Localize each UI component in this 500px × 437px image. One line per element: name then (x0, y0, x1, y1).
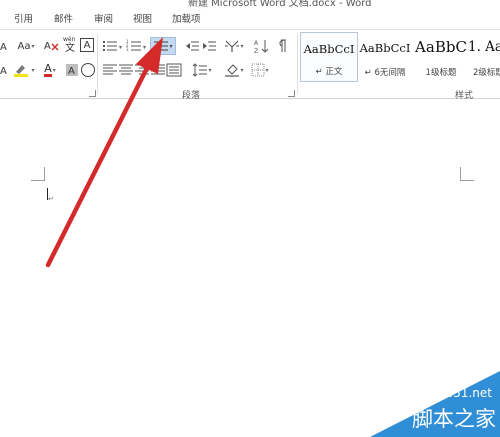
watermark-site: jb51.net (442, 386, 492, 400)
word-window: 新建 Microsoft Word 文档.docx - Word 引用 邮件 审… (0, 0, 500, 437)
watermark-logo: 脚本之家 (412, 407, 496, 431)
